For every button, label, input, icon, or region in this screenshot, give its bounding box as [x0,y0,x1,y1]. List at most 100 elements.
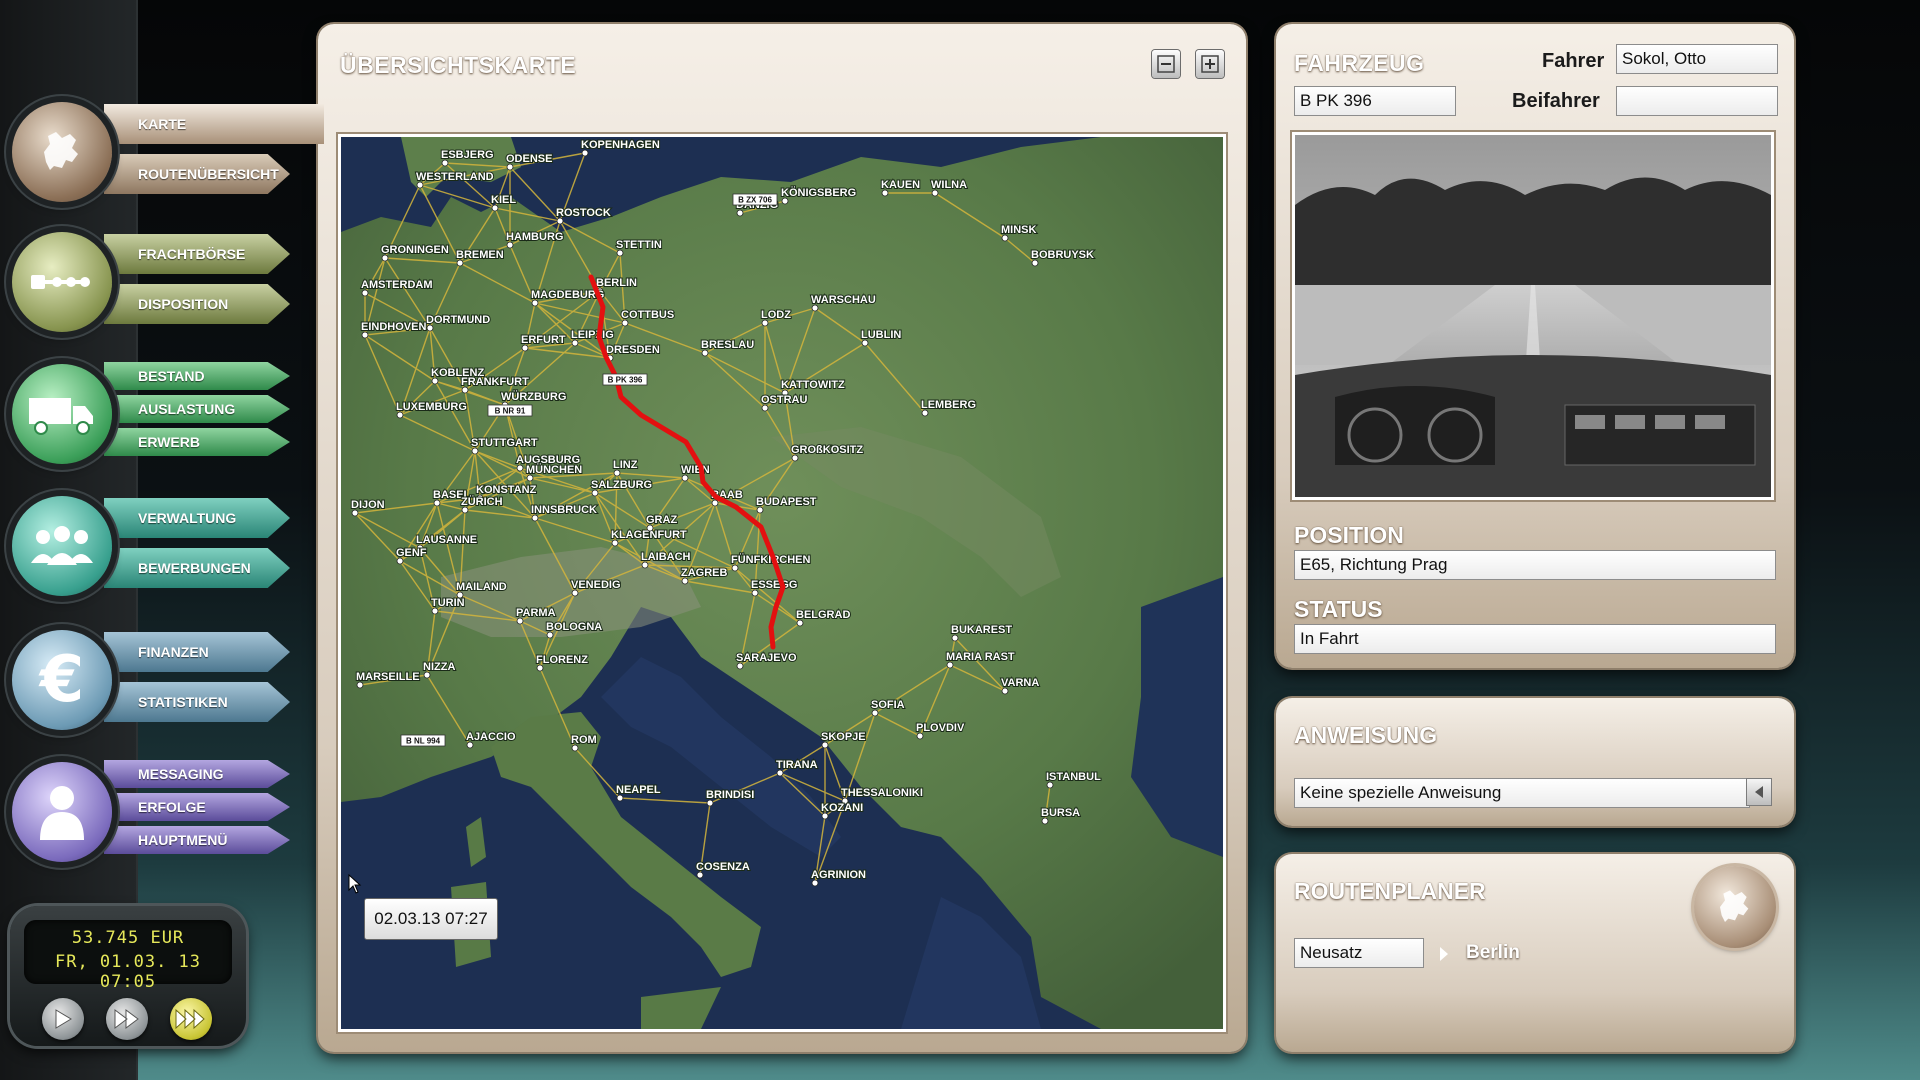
svg-text:BELGRAD: BELGRAD [796,609,850,621]
play-icon [55,1009,72,1029]
svg-text:BUKAREST: BUKAREST [951,624,1012,636]
route-planner-panel: ROUTENPLANER Neusatz Berlin [1276,854,1794,1052]
eta-tooltip: 02.03.13 07:27 [364,898,498,940]
nav-item-disposition[interactable]: DISPOSITION [104,284,290,324]
nav-item-hauptmenue[interactable]: HAUPTMENÜ [104,826,290,854]
svg-text:BERLIN: BERLIN [596,277,637,289]
zoom-out-button[interactable] [1152,50,1180,78]
svg-text:MÜNCHEN: MÜNCHEN [526,463,582,476]
svg-text:GRAZ: GRAZ [646,514,677,526]
svg-text:WILNA: WILNA [931,179,967,191]
play-button[interactable] [42,998,84,1040]
svg-text:THESSALONIKI: THESSALONIKI [841,787,923,799]
minus-icon [1157,55,1175,73]
driver-field[interactable]: Sokol, Otto [1616,44,1778,74]
nav-label: KARTE [138,116,187,132]
svg-text:BURSA: BURSA [1041,807,1080,819]
svg-text:LAIBACH: LAIBACH [641,551,691,563]
svg-text:ESBJERG: ESBJERG [441,149,494,161]
europe-satellite-map[interactable]: ESBJERG ODENSE KOPENHAGEN WESTERLAND KIEL ROS… [341,137,1223,1029]
nav-item-messaging[interactable]: MESSAGING [104,760,290,788]
nav-item-routenuebersicht[interactable]: ROUTENÜBERSICHT [104,154,290,194]
svg-text:WESTERLAND: WESTERLAND [416,171,494,183]
svg-text:ISTANBUL: ISTANBUL [1046,771,1101,783]
person-icon[interactable] [12,762,112,862]
instruction-dropdown-button[interactable] [1746,778,1772,806]
svg-text:COSENZA: COSENZA [696,861,750,873]
plate-field: B PK 396 [1294,86,1456,116]
europe-map-icon[interactable] [12,102,112,202]
status-label: STATUS [1294,596,1383,622]
nav-item-erfolge[interactable]: ERFOLGE [104,793,290,821]
route-from-field[interactable]: Neusatz [1294,938,1424,968]
truck-label-b-nr-91[interactable]: B NR 91 [487,404,533,417]
svg-text:PARMA: PARMA [516,607,556,619]
svg-text:B NR 91: B NR 91 [495,407,526,416]
svg-text:KONSTANZ: KONSTANZ [476,484,537,496]
svg-text:TURIN: TURIN [431,597,465,609]
svg-text:MAGDEBURG: MAGDEBURG [531,289,604,301]
clock-widget: 53.745 EUR FR, 01.03. 13 07:05 [10,906,246,1046]
svg-text:SOFIA: SOFIA [871,699,905,711]
mouse-cursor-icon [348,874,362,894]
nav-label: MESSAGING [138,766,224,782]
people-group-icon[interactable] [12,496,112,596]
nav-item-frachtboerse[interactable]: FRACHTBÖRSE [104,234,290,274]
nav-item-statistiken[interactable]: STATISTIKEN [104,682,290,722]
nav-label: AUSLASTUNG [138,401,236,417]
nav-item-auslastung[interactable]: AUSLASTUNG [104,395,290,423]
svg-text:KÖNIGSBERG: KÖNIGSBERG [781,186,856,199]
svg-text:AMSTERDAM: AMSTERDAM [361,279,433,291]
svg-text:KOZANI: KOZANI [821,802,863,814]
truck-label-b-zx-706[interactable]: B ZX 706 [732,193,778,206]
nav-item-bestand[interactable]: BESTAND [104,362,290,390]
codriver-field[interactable] [1616,86,1778,116]
svg-text:NEAPEL: NEAPEL [616,784,661,796]
truck-label-b-nl-994[interactable]: B NL 994 [400,734,446,747]
nav-item-karte[interactable]: KARTE [104,104,324,144]
route-destination[interactable]: Berlin [1466,942,1520,964]
truck-label-b-pk-396[interactable]: B PK 396 [602,373,648,386]
nav-item-bewerbungen[interactable]: BEWERBUNGEN [104,548,290,588]
fastest-forward-button[interactable] [170,998,212,1040]
svg-text:BOLOGNA: BOLOGNA [546,621,602,633]
truck-icon[interactable] [12,364,112,464]
svg-text:PLOVDIV: PLOVDIV [916,722,965,734]
svg-text:GROßKOSITZ: GROßKOSITZ [791,444,863,456]
svg-text:KIEL: KIEL [491,194,516,206]
svg-text:VENEDIG: VENEDIG [571,579,621,591]
cargo-chain-icon[interactable] [12,232,112,332]
balance-text: 53.745 EUR [71,928,185,948]
nav-item-verwaltung[interactable]: VERWALTUNG [104,498,290,538]
nav-label: HAUPTMENÜ [138,832,228,848]
svg-text:EINDHOVEN: EINDHOVEN [361,321,426,333]
svg-text:LODZ: LODZ [761,309,791,321]
nav-label: FINANZEN [138,644,209,660]
zoom-in-button[interactable] [1196,50,1224,78]
nav-label: BEWERBUNGEN [138,560,251,576]
plus-icon [1201,55,1219,73]
svg-text:AGRINION: AGRINION [811,869,866,881]
fast-forward-icon [114,1009,139,1029]
svg-text:LINZ: LINZ [613,459,638,471]
driver-camera-view [1292,132,1774,500]
svg-text:BOBRUYSK: BOBRUYSK [1031,249,1094,261]
svg-text:DRESDEN: DRESDEN [606,344,660,356]
svg-text:NIZZA: NIZZA [423,661,455,673]
nav-label: DISPOSITION [138,296,229,312]
svg-text:KAUEN: KAUEN [881,179,920,191]
instruction-select[interactable]: Keine spezielle Anweisung [1294,778,1750,808]
clock-display: 53.745 EUR FR, 01.03. 13 07:05 [24,920,232,992]
svg-text:ODENSE: ODENSE [506,153,552,165]
nav-item-erwerb[interactable]: ERWERB [104,428,290,456]
routeplanner-title: ROUTENPLANER [1294,878,1486,904]
triangle-left-icon [1755,786,1763,798]
fast-forward-button[interactable] [106,998,148,1040]
svg-text:LEIPZIG: LEIPZIG [571,329,614,341]
svg-text:STETTIN: STETTIN [616,239,662,251]
route-planner-europe-icon[interactable] [1694,866,1776,948]
nav-item-finanzen[interactable]: FINANZEN [104,632,290,672]
instruction-panel: ANWEISUNG Keine spezielle Anweisung [1276,698,1794,826]
svg-text:DIJON: DIJON [351,499,385,511]
euro-icon[interactable]: € [12,630,112,730]
